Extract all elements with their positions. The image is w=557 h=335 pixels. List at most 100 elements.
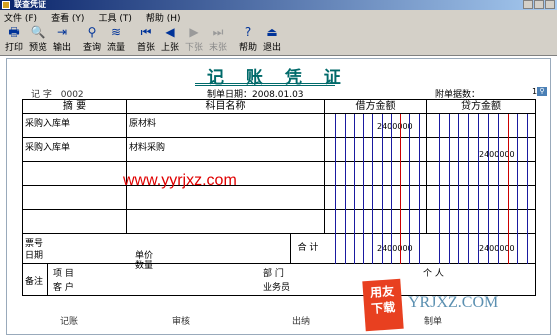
help-icon: ?	[244, 25, 252, 39]
digit-line	[381, 114, 383, 264]
toolbar-button-4[interactable]: ≋ 流量	[104, 25, 128, 54]
window-controls	[523, 0, 555, 9]
digit-line	[372, 114, 374, 264]
title-underline	[195, 83, 335, 84]
maximize-icon[interactable]	[534, 0, 544, 9]
title-bar: 联查凭证	[0, 0, 557, 10]
toolbar-label: 打印	[4, 43, 23, 53]
sign-audit: 审核	[172, 317, 191, 327]
toolbar-label: 下张	[184, 43, 203, 53]
toolbar-label: 预览	[28, 43, 47, 53]
menu-tools[interactable]: 工具 (T)	[98, 11, 131, 24]
digit-line	[400, 114, 402, 264]
close-icon[interactable]	[545, 0, 555, 9]
digit-line	[363, 114, 365, 264]
search-icon[interactable]: ⚲	[537, 87, 547, 96]
col-debit: 借方金额	[325, 100, 427, 113]
cell-debit[interactable]	[325, 138, 427, 161]
customer-label: 客 户	[53, 283, 74, 293]
toolbar-button-2[interactable]: ⇥ 输出	[50, 25, 74, 54]
digit-line	[438, 114, 440, 264]
window-title: 联查凭证	[14, 0, 46, 9]
digit-line	[418, 114, 420, 264]
digit-line	[390, 114, 392, 264]
next-icon: ▶	[189, 25, 199, 39]
minimize-icon[interactable]	[523, 0, 533, 9]
project-label: 项 目	[53, 269, 74, 279]
col-account: 科目名称	[127, 100, 325, 113]
digit-line	[468, 114, 470, 264]
salesperson-label: 业务员	[263, 283, 291, 293]
voucher-table: 摘 要 科目名称 借方金额 贷方金额 采购入库单 原材料 2400000 采购入库单材…	[22, 99, 536, 296]
menu-file[interactable]: 文件 (F)	[4, 11, 37, 24]
toolbar-label: 输出	[52, 43, 71, 53]
remarks-label: 备注	[25, 277, 44, 287]
app-icon	[2, 1, 10, 9]
toolbar-button-8[interactable]: ⏭ 末张	[206, 25, 230, 54]
cell-summary[interactable]	[23, 162, 127, 185]
cell-summary[interactable]	[23, 210, 127, 233]
col-summary: 摘 要	[23, 100, 127, 113]
digit-line	[344, 114, 346, 264]
toolbar-button-5[interactable]: ⏮ 首张	[134, 25, 158, 54]
cell-summary[interactable]: 采购入库单	[23, 114, 127, 137]
sign-cashier: 出纳	[292, 317, 311, 327]
digit-line	[478, 114, 480, 264]
toolbar-button-6[interactable]: ◀ 上张	[158, 25, 182, 54]
cell-credit[interactable]	[427, 114, 535, 137]
sign-bookkeeping: 记账	[60, 317, 79, 327]
table-header: 摘 要 科目名称 借方金额 贷方金额	[23, 100, 535, 114]
cell-credit[interactable]	[427, 162, 535, 185]
remarks-area: 备注 项 目 客 户 部 门 业务员 个 人	[23, 264, 535, 295]
preview-icon: 🔍	[30, 25, 46, 39]
toolbar-label: 末张	[208, 43, 227, 53]
total-label: 合 计	[290, 234, 325, 263]
cell-debit[interactable]	[325, 210, 427, 233]
last-icon: ⏭	[212, 25, 224, 39]
toolbar-button-10[interactable]: ⏏ 退出	[260, 25, 284, 54]
toolbar-label: 退出	[262, 43, 281, 53]
logo-badge: 用友 下载	[362, 278, 404, 332]
logo-site: YRJXZ.COM	[408, 294, 499, 311]
toolbar-label: 首张	[136, 43, 155, 53]
cell-debit[interactable]	[325, 186, 427, 209]
menu-bar: 文件 (F) 查看 (Y) 工具 (T) 帮助 (H)	[0, 10, 557, 24]
digit-line	[409, 114, 411, 264]
watermark-text: www.yyrjxz.com	[123, 172, 237, 189]
toolbar-label: 帮助	[238, 43, 257, 53]
cell-account[interactable]	[127, 210, 325, 233]
toolbar-button-7[interactable]: ▶ 下张	[182, 25, 206, 54]
cell-debit[interactable]	[325, 162, 427, 185]
printer-icon: 🖶	[8, 25, 20, 39]
cell-account[interactable]: 材料采购	[127, 138, 325, 161]
toolbar-label: 查询	[82, 43, 101, 53]
digit-line	[527, 114, 529, 264]
toolbar-button-0[interactable]: 🖶 打印	[2, 25, 26, 54]
cell-credit[interactable]	[427, 186, 535, 209]
toolbar-button-9[interactable]: ? 帮助	[236, 25, 260, 54]
digit-line	[335, 114, 337, 264]
title-underline-2	[195, 85, 335, 86]
digit-line	[507, 114, 509, 264]
digit-line	[487, 114, 489, 264]
toolbar-button-3[interactable]: ⚲ 查询	[80, 25, 104, 54]
cell-summary[interactable]	[23, 186, 127, 209]
cell-summary[interactable]: 采购入库单	[23, 138, 127, 161]
menu-help[interactable]: 帮助 (H)	[146, 11, 181, 24]
toolbar-label: 流量	[106, 43, 125, 53]
menu-view[interactable]: 查看 (Y)	[51, 11, 84, 24]
cell-credit[interactable]	[427, 210, 535, 233]
cell-account[interactable]: 原材料	[127, 114, 325, 137]
digit-line	[353, 114, 355, 264]
ticket-date-label: 日期	[25, 251, 44, 261]
department-label: 部 门	[263, 269, 284, 279]
first-icon: ⏮	[140, 25, 152, 39]
digit-line	[458, 114, 460, 264]
binoculars-icon: ⚲	[87, 25, 97, 39]
individual-label: 个 人	[423, 269, 444, 279]
digit-line	[497, 114, 499, 264]
sign-maker: 制单	[424, 317, 443, 327]
toolbar-label: 上张	[160, 43, 179, 53]
toolbar-button-1[interactable]: 🔍 预览	[26, 25, 50, 54]
toolbar: 🖶 打印 🔍 预览 ⇥ 输出 ⚲ 查询 ≋ 流量 ⏮ 首张 ◀ 上张 ▶ 下张 ⏭ 末张? 帮助 ⏏ 退出	[0, 24, 557, 56]
